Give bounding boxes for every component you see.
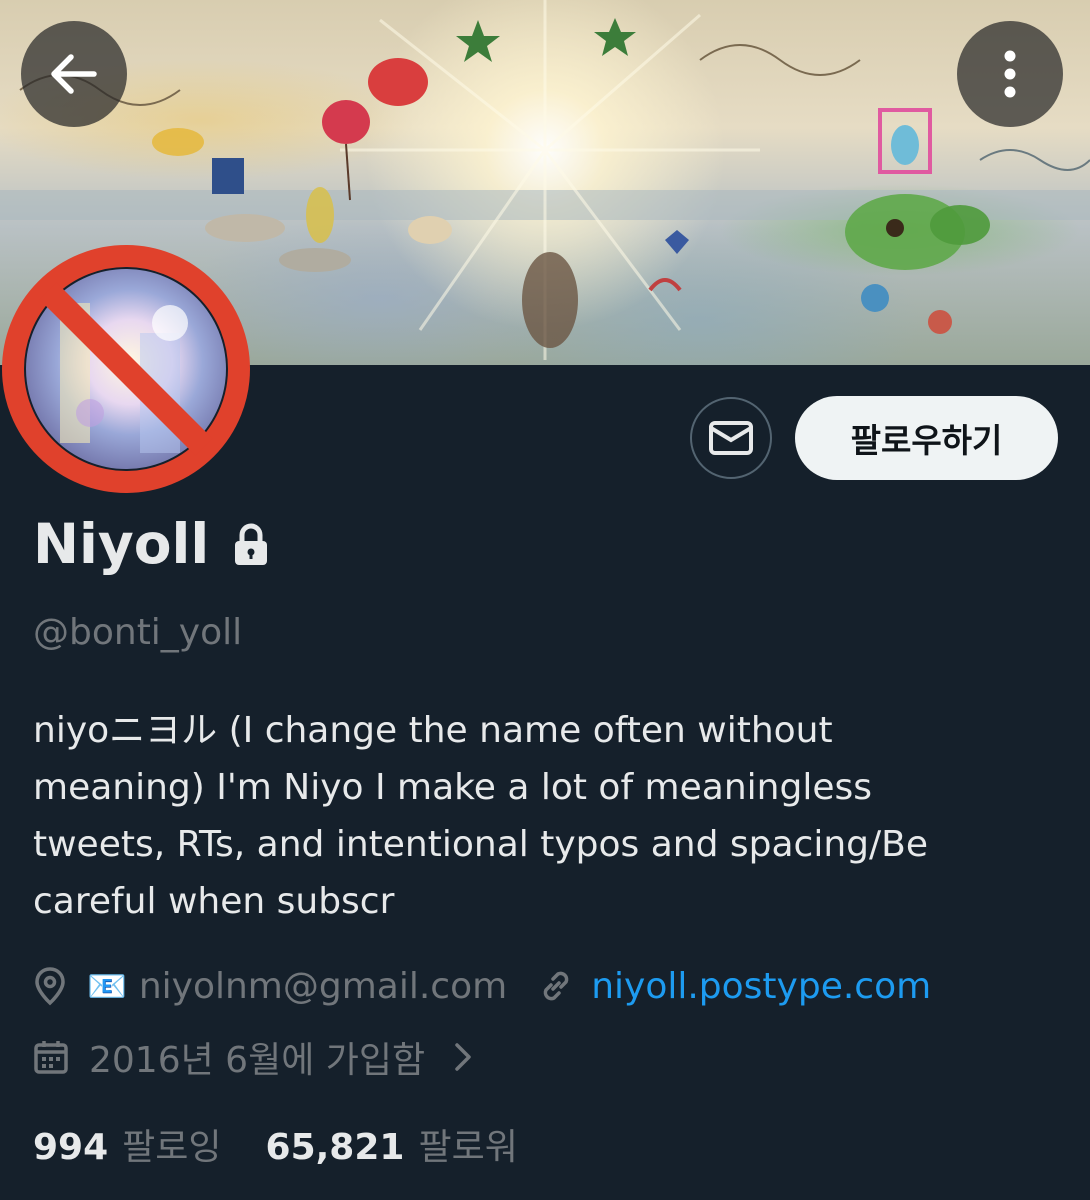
- bio-line: tweets, RTs, and intentional typos and s…: [33, 824, 928, 865]
- followers-label: 팔로워: [418, 1127, 518, 1168]
- envelope-icon: [709, 421, 753, 455]
- arrow-left-icon: [51, 54, 97, 94]
- user-handle: @bonti_yoll: [33, 612, 243, 653]
- following-link[interactable]: 994 팔로잉: [33, 1118, 222, 1170]
- followers-count: 65,821: [265, 1127, 405, 1168]
- bio-line: meaning) I'm Niyo I make a lot of meanin…: [33, 767, 872, 808]
- profile-stats: 994 팔로잉 65,821 팔로워: [33, 1116, 518, 1172]
- profile-name-row: Niyoll: [33, 512, 271, 576]
- bio-line: careful when subscr: [33, 881, 395, 922]
- following-label: 팔로잉: [122, 1127, 222, 1168]
- joined-date: 2016년 6월에 가입함: [89, 1040, 426, 1081]
- more-vertical-icon: [1004, 50, 1016, 98]
- message-button[interactable]: [690, 397, 772, 479]
- following-count: 994: [33, 1127, 109, 1168]
- profile-meta-location-link: 📧 niyolnm@gmail.com niyoll.postype.com: [33, 958, 931, 1014]
- back-button[interactable]: [21, 21, 127, 127]
- profile-joined-row[interactable]: 2016년 6월에 가입함: [33, 1029, 473, 1085]
- location-pin-icon: [33, 966, 67, 1006]
- calendar-icon: [33, 1039, 69, 1075]
- followers-link[interactable]: 65,821 팔로워: [266, 1118, 518, 1170]
- avatar[interactable]: [0, 243, 258, 501]
- lock-icon: [231, 522, 271, 570]
- display-name: Niyoll: [33, 512, 210, 576]
- website-link[interactable]: niyoll.postype.com: [591, 966, 931, 1007]
- bio-line: niyoニヨル (I change the name often without: [33, 710, 833, 751]
- email-emoji: 📧: [87, 967, 127, 1005]
- chevron-right-icon: [453, 1041, 473, 1073]
- profile-bio: niyoニヨル (I change the name often without…: [33, 702, 1043, 930]
- follow-button[interactable]: 팔로우하기: [795, 396, 1058, 480]
- location-text: niyolnm@gmail.com: [138, 965, 508, 1007]
- more-options-button[interactable]: [957, 21, 1063, 127]
- link-icon: [537, 967, 575, 1005]
